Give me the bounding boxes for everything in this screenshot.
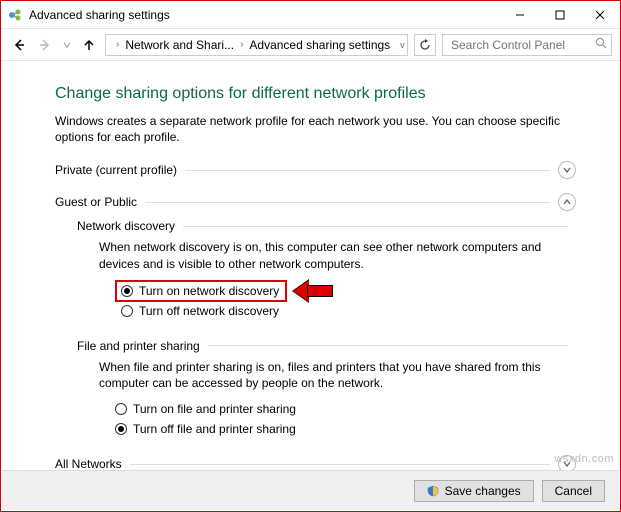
chevron-right-icon: › [238, 39, 245, 50]
divider [208, 345, 568, 346]
search-box[interactable] [442, 34, 612, 56]
section-guest-public[interactable]: Guest or Public [55, 193, 576, 211]
breadcrumb-item[interactable]: Advanced sharing settings [249, 38, 390, 52]
chevron-up-icon[interactable] [558, 193, 576, 211]
subsection-file-printer-sharing: File and printer sharing [77, 339, 576, 353]
radio-label[interactable]: Turn off network discovery [139, 304, 279, 318]
subsection-desc: When file and printer sharing is on, fil… [99, 359, 576, 391]
forward-button[interactable] [35, 35, 55, 55]
subsection-desc: When network discovery is on, this compu… [99, 239, 576, 271]
radio-label[interactable]: Turn on file and printer sharing [133, 402, 296, 416]
navbar: › Network and Shari... › Advanced sharin… [1, 29, 620, 61]
subsection-title: File and printer sharing [77, 339, 200, 353]
refresh-button[interactable] [414, 34, 436, 56]
titlebar: Advanced sharing settings [1, 1, 620, 29]
page-intro: Windows creates a separate network profi… [55, 113, 576, 145]
highlight-annotation: Turn on network discovery [115, 280, 287, 302]
maximize-button[interactable] [540, 1, 580, 29]
radio-label[interactable]: Turn on network discovery [139, 284, 279, 298]
page-title: Change sharing options for different net… [55, 85, 576, 103]
section-label: Private (current profile) [55, 163, 177, 177]
chevron-down-icon[interactable] [558, 161, 576, 179]
radio-label[interactable]: Turn off file and printer sharing [133, 422, 296, 436]
button-label: Save changes [445, 484, 521, 498]
subsection-network-discovery: Network discovery [77, 219, 576, 233]
breadcrumb[interactable]: › Network and Shari... › Advanced sharin… [105, 34, 408, 56]
close-button[interactable] [580, 1, 620, 29]
divider [185, 170, 550, 171]
window-title: Advanced sharing settings [29, 8, 500, 22]
app-icon [7, 7, 23, 23]
arrow-annotation [293, 280, 333, 302]
back-button[interactable] [9, 35, 29, 55]
section-private[interactable]: Private (current profile) [55, 161, 576, 179]
watermark: wsxdn.com [554, 453, 614, 465]
chevron-down-icon[interactable]: v [398, 40, 407, 50]
recent-dropdown[interactable] [61, 35, 73, 55]
search-input[interactable] [449, 37, 608, 53]
divider [183, 226, 568, 227]
minimize-button[interactable] [500, 1, 540, 29]
radio-network-discovery-off[interactable] [121, 305, 133, 317]
cancel-button[interactable]: Cancel [542, 480, 605, 502]
breadcrumb-item[interactable]: Network and Shari... [125, 38, 234, 52]
divider [130, 464, 550, 465]
save-changes-button[interactable]: Save changes [414, 480, 534, 502]
footer: Save changes Cancel [2, 470, 619, 510]
up-button[interactable] [79, 35, 99, 55]
shield-icon [427, 485, 439, 497]
button-label: Cancel [555, 484, 592, 498]
radio-file-sharing-on[interactable] [115, 403, 127, 415]
divider [145, 202, 550, 203]
section-label: Guest or Public [55, 195, 137, 209]
chevron-right-icon: › [114, 39, 121, 50]
content-area: Change sharing options for different net… [1, 61, 620, 477]
subsection-title: Network discovery [77, 219, 175, 233]
search-icon [595, 37, 607, 52]
radio-network-discovery-on[interactable] [121, 285, 133, 297]
radio-file-sharing-off[interactable] [115, 423, 127, 435]
